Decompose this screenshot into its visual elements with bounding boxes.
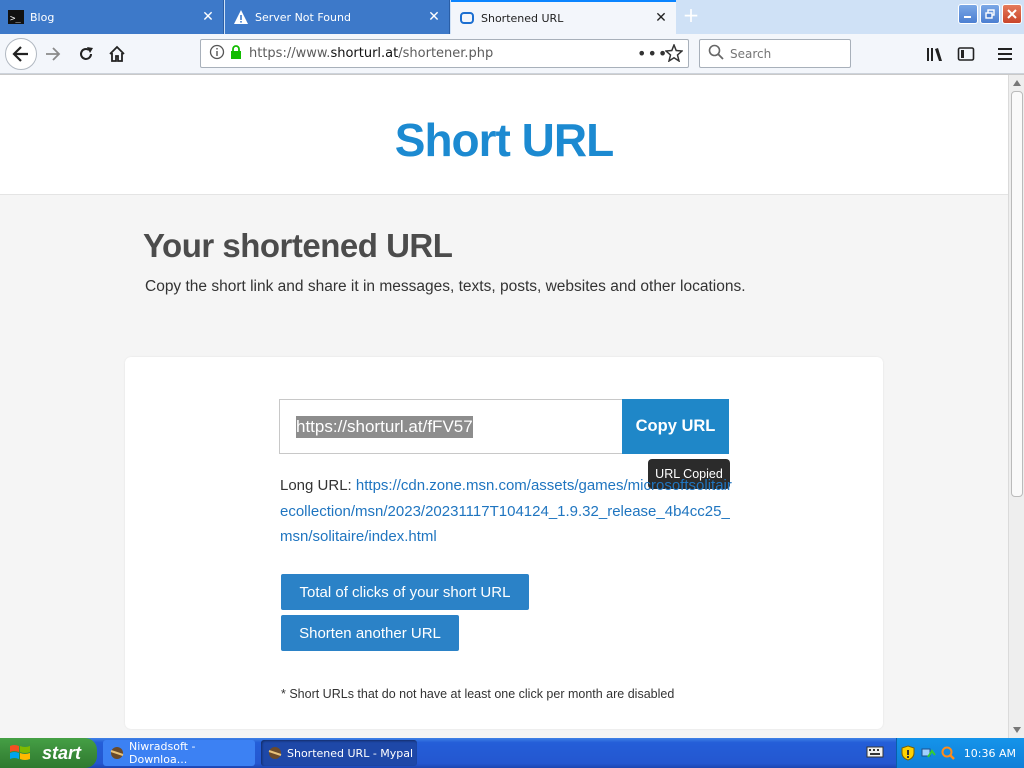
page-content: Short URL Your shortened URL Copy the sh… — [0, 75, 1008, 738]
forward-arrow-icon — [46, 47, 61, 61]
mypal-browser-icon — [110, 747, 124, 759]
page-heading: Your shortened URL — [143, 227, 453, 264]
disabled-note: * Short URLs that do not have at least o… — [281, 687, 675, 701]
info-icon[interactable] — [209, 44, 225, 64]
windows-flag-icon — [10, 745, 30, 760]
restore-button[interactable] — [980, 4, 1000, 24]
tab-label: Blog — [30, 10, 55, 24]
short-url-value: https://shorturl.at/fFV57 — [296, 415, 473, 438]
network-icon[interactable] — [920, 745, 936, 761]
security-shield-icon[interactable] — [900, 745, 916, 761]
close-tab-icon[interactable]: ✕ — [427, 10, 441, 24]
url-path: /shortener.php — [398, 46, 494, 61]
search-icon — [708, 44, 724, 64]
search-tray-icon[interactable] — [940, 745, 956, 761]
reload-button[interactable] — [76, 44, 96, 64]
long-url-block: Long URL: https://cdn.zone.msn.com/asset… — [280, 473, 740, 550]
window-controls — [958, 4, 1022, 24]
home-button[interactable] — [107, 44, 127, 64]
minimize-button[interactable] — [958, 4, 978, 24]
bookmark-star-icon[interactable] — [664, 42, 684, 66]
library-icon — [927, 48, 942, 61]
new-tab-button[interactable]: + — [680, 5, 702, 27]
taskbar-item-label: Niwradsoft - Downloa... — [129, 740, 196, 766]
search-field[interactable] — [699, 39, 851, 68]
tab-shortened-url[interactable]: Shortened URL ✕ — [451, 0, 676, 34]
url-text: https://www.shorturl.at/shortener.php — [249, 46, 493, 61]
back-button[interactable] — [5, 38, 37, 70]
hamburger-menu-icon — [998, 48, 1012, 60]
taskbar-item[interactable]: Niwradsoft - Downloa... — [103, 740, 255, 766]
keyboard-icon[interactable] — [866, 745, 884, 759]
navigation-toolbar: https://www.shorturl.at/shortener.php ••… — [0, 34, 1024, 74]
result-card: https://shorturl.at/fFV57 Copy URL URL C… — [125, 357, 883, 729]
taskbar-item-label: Shortened URL - Mypal — [287, 746, 414, 760]
tab-strip: >_ Blog ✕ Server Not Found ✕ Shortened U… — [0, 0, 1024, 34]
url-domain: shorturl.at — [330, 46, 399, 61]
reload-icon — [80, 47, 93, 60]
shorten-another-button[interactable]: Shorten another URL — [281, 615, 459, 651]
site-header: Short URL — [0, 75, 1008, 195]
sidebar-button[interactable] — [956, 44, 976, 64]
shorturl-icon — [459, 10, 475, 26]
mypal-browser-icon — [268, 747, 282, 759]
scroll-down-icon[interactable] — [1009, 722, 1024, 738]
forward-button[interactable] — [42, 44, 64, 64]
site-title[interactable]: Short URL — [395, 113, 614, 167]
page-actions-icon[interactable]: ••• — [637, 44, 668, 63]
close-window-button[interactable] — [1002, 4, 1022, 24]
taskbar: start Niwradsoft - Downloa... Shortened … — [0, 738, 1024, 768]
tab-label: Shortened URL — [481, 11, 564, 25]
copy-url-button[interactable]: Copy URL — [622, 399, 729, 454]
url-prefix: https://www. — [249, 46, 331, 61]
scroll-up-icon[interactable] — [1009, 75, 1024, 91]
tab-blog[interactable]: >_ Blog ✕ — [0, 0, 224, 34]
scrollbar-thumb[interactable] — [1011, 91, 1023, 497]
tab-server-not-found[interactable]: Server Not Found ✕ — [225, 0, 450, 34]
warning-icon — [233, 9, 249, 25]
sidebar-icon — [957, 47, 975, 61]
back-arrow-icon — [12, 46, 28, 62]
address-bar[interactable]: https://www.shorturl.at/shortener.php ••… — [200, 39, 689, 68]
short-url-field[interactable]: https://shorturl.at/fFV57 — [279, 399, 623, 454]
search-input[interactable] — [730, 46, 840, 61]
clock[interactable]: 10:36 AM — [964, 747, 1016, 760]
page-scrollbar[interactable] — [1008, 75, 1024, 738]
lock-icon — [229, 44, 243, 64]
close-tab-icon[interactable]: ✕ — [201, 10, 215, 24]
taskbar-item-active[interactable]: Shortened URL - Mypal — [261, 740, 417, 766]
start-button[interactable]: start — [0, 738, 97, 768]
total-clicks-button[interactable]: Total of clicks of your short URL — [281, 574, 529, 610]
terminal-icon: >_ — [8, 9, 24, 25]
library-button[interactable] — [925, 44, 945, 64]
close-tab-icon[interactable]: ✕ — [654, 11, 668, 25]
long-url-label: Long URL: — [280, 477, 352, 494]
start-label: start — [42, 742, 82, 763]
system-tray: 10:36 AM — [896, 738, 1024, 768]
page-subtext: Copy the short link and share it in mess… — [145, 278, 746, 295]
home-icon — [109, 45, 125, 62]
menu-button[interactable] — [995, 44, 1015, 64]
tab-label: Server Not Found — [255, 10, 351, 24]
svg-text:>_: >_ — [10, 14, 21, 24]
